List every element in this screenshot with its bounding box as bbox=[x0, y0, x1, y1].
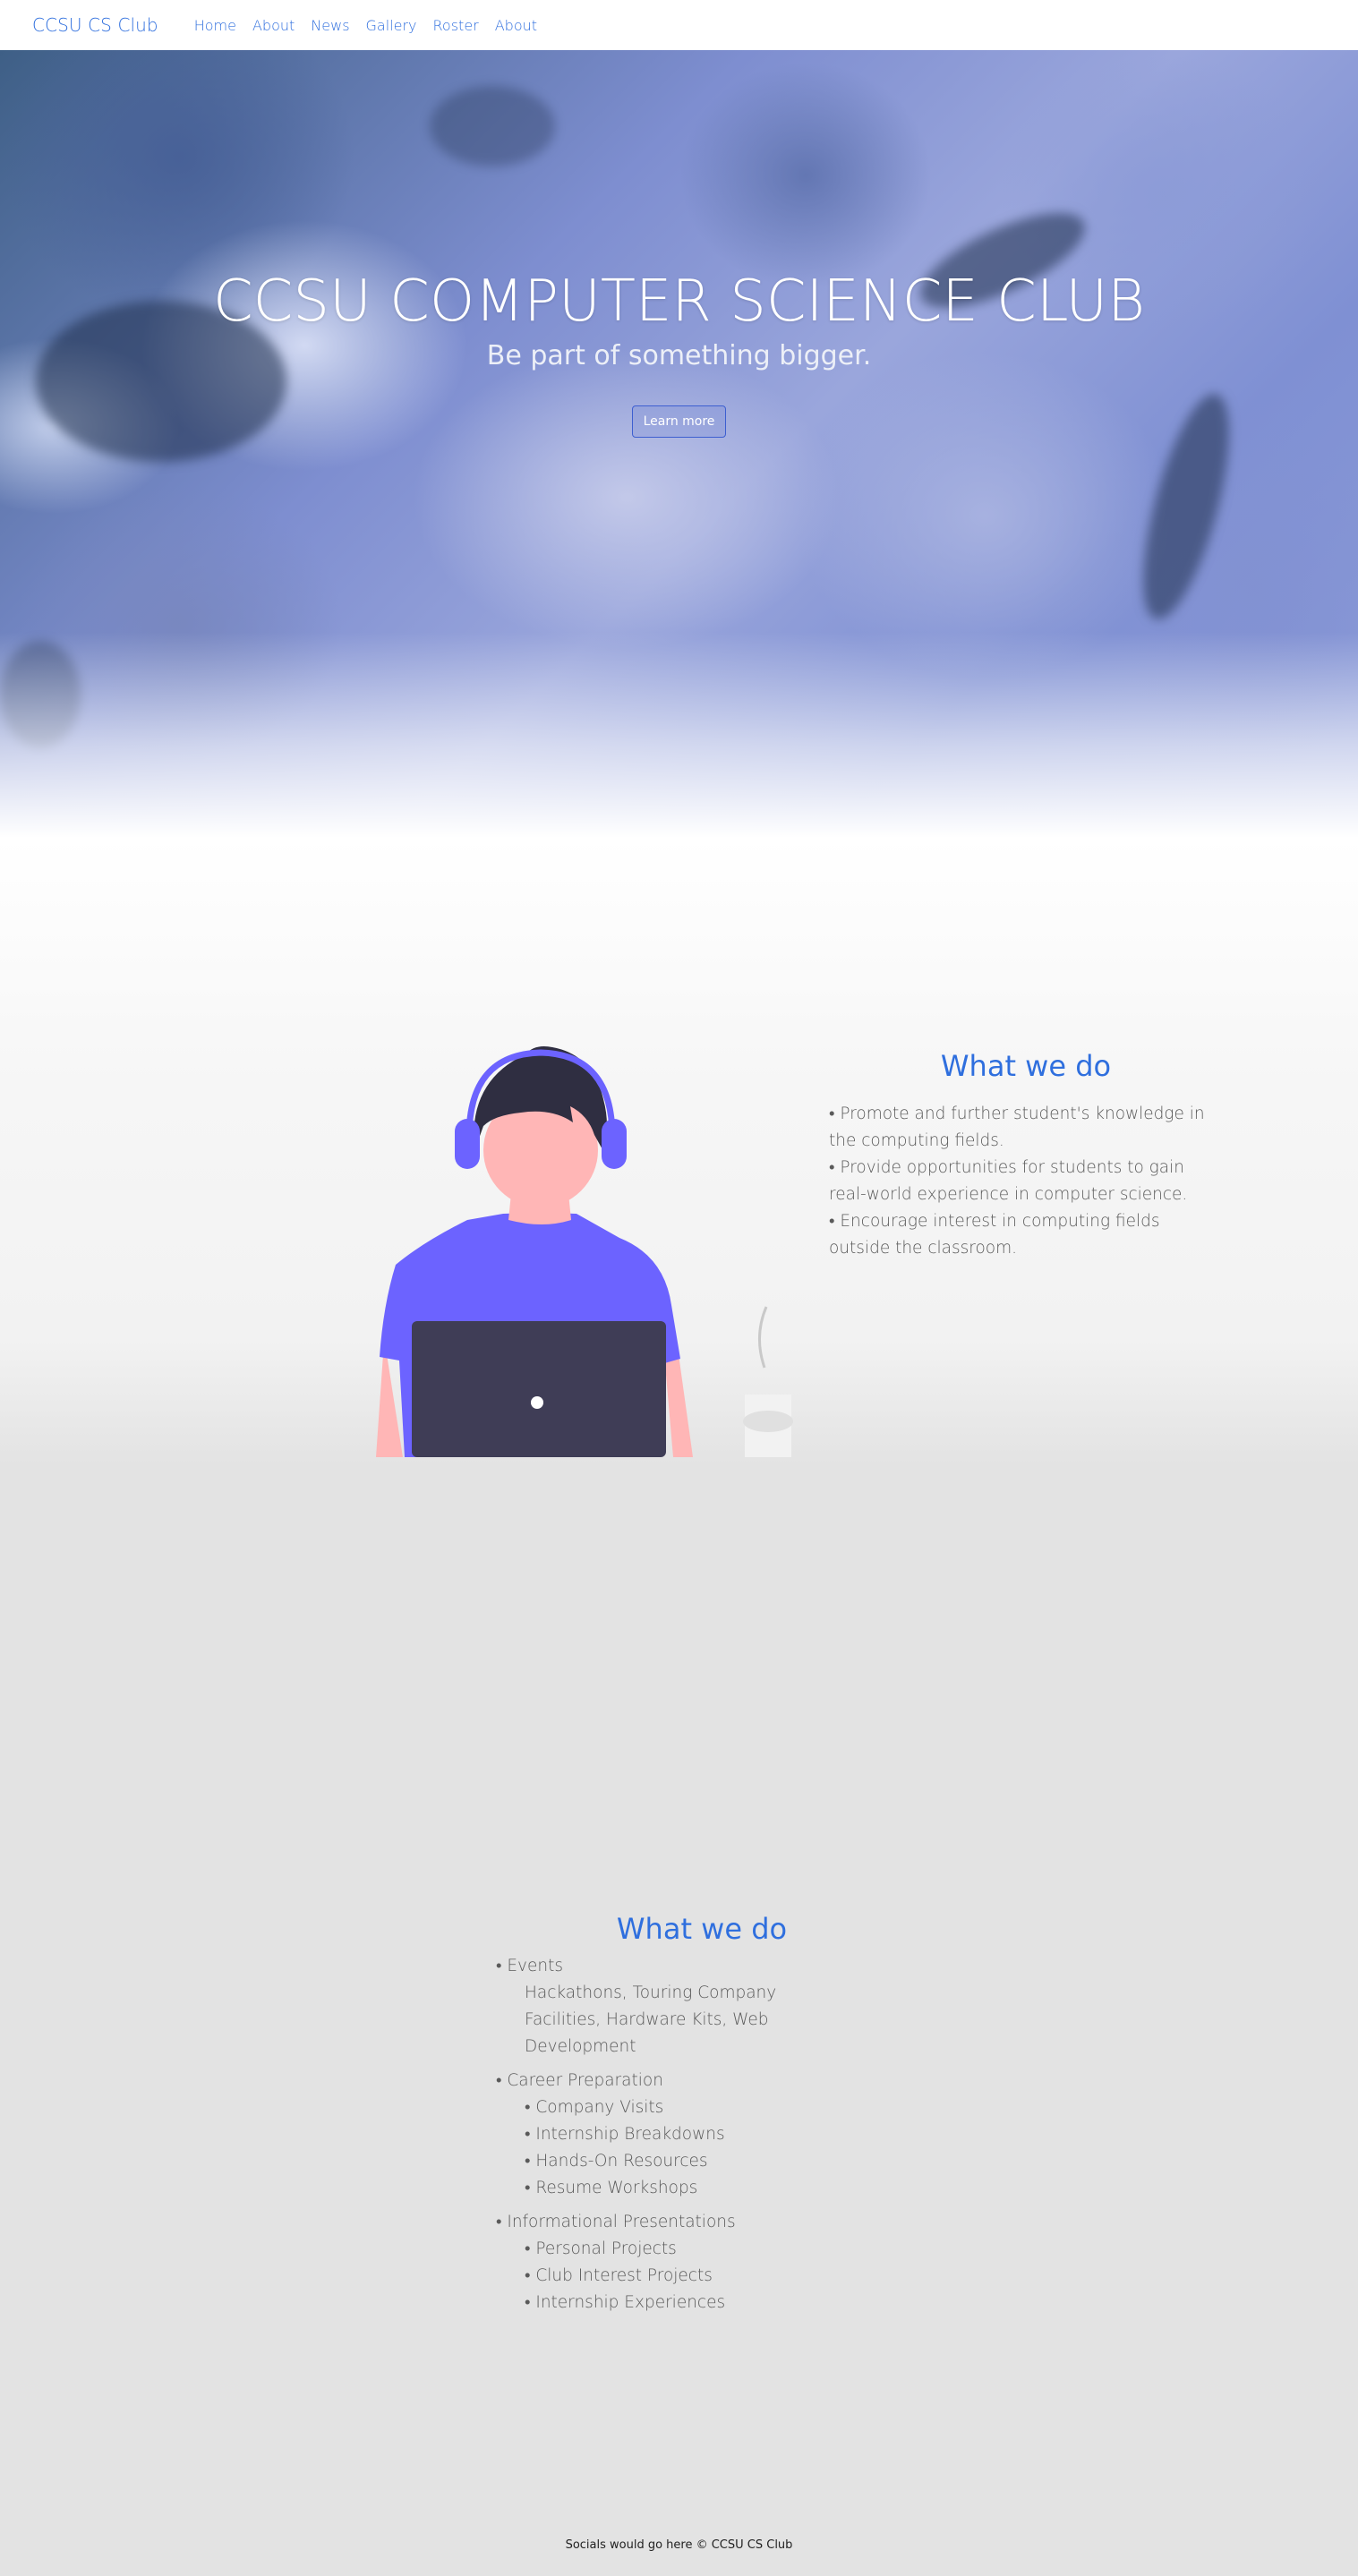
left-arm-illustration bbox=[376, 1354, 403, 1457]
events-title: • Events bbox=[496, 1957, 563, 1975]
laptop-illustration bbox=[412, 1321, 666, 1457]
hero-content: CCSU COMPUTER SCIENCE CLUB Be part of so… bbox=[0, 269, 1358, 439]
presentations-title: • Informational Presentations bbox=[496, 2213, 736, 2231]
nav-link-roster[interactable]: Roster bbox=[433, 17, 479, 34]
presentations-group: • Informational Presentations • Personal… bbox=[496, 2209, 872, 2316]
coffee-steam-illustration bbox=[757, 1306, 768, 1369]
navbar: CCSU CS Club Home About News Gallery Ros… bbox=[0, 0, 1358, 50]
career-item: • Company Visits bbox=[525, 2098, 664, 2117]
nav-link-home[interactable]: Home bbox=[194, 17, 236, 34]
offerings-block: What we do • Events Hackathons, Touring … bbox=[496, 1912, 872, 2316]
learn-more-button[interactable]: Learn more bbox=[631, 405, 727, 439]
nav-link-news[interactable]: News bbox=[311, 17, 349, 34]
hero-fade bbox=[0, 632, 1358, 838]
what-we-do-item: • Promote and further student's knowledg… bbox=[829, 1105, 1205, 1150]
career-item: • Hands-On Resources bbox=[525, 2152, 708, 2171]
what-we-do-item: • Provide opportunities for students to … bbox=[829, 1158, 1188, 1204]
presentations-item: • Internship Experiences bbox=[525, 2293, 726, 2312]
hero-banner: CCSU COMPUTER SCIENCE CLUB Be part of so… bbox=[0, 50, 1358, 838]
career-group: • Career Preparation • Company Visits • … bbox=[496, 2068, 872, 2202]
events-description: Hackathons, Touring Company Facilities, … bbox=[525, 1983, 777, 2056]
nav-link-gallery[interactable]: Gallery bbox=[366, 17, 417, 34]
what-we-do-block: What we do • Promote and further student… bbox=[829, 1049, 1223, 1262]
career-item: • Resume Workshops bbox=[525, 2179, 698, 2197]
presentations-item: • Club Interest Projects bbox=[525, 2266, 713, 2285]
hero-texture bbox=[430, 86, 555, 166]
brand-link[interactable]: CCSU CS Club bbox=[32, 14, 158, 36]
career-title: • Career Preparation bbox=[496, 2071, 663, 2090]
nav-links: Home About News Gallery Roster About bbox=[194, 17, 553, 34]
person-with-laptop-illustration bbox=[376, 1046, 793, 1457]
headphone-left-cup-illustration bbox=[455, 1119, 480, 1169]
events-group: • Events Hackathons, Touring Company Fac… bbox=[496, 1953, 872, 2060]
what-we-do-heading: What we do bbox=[940, 1049, 1112, 1083]
what-we-do-list: • Promote and further student's knowledg… bbox=[829, 1101, 1223, 1262]
hero-subtitle: Be part of something bigger. bbox=[486, 340, 872, 372]
what-we-do-item: • Encourage interest in computing fields… bbox=[829, 1212, 1160, 1258]
nav-link-about[interactable]: About bbox=[252, 17, 295, 34]
career-item: • Internship Breakdowns bbox=[525, 2125, 725, 2144]
nav-link-about-2[interactable]: About bbox=[495, 17, 537, 34]
right-arm-illustration bbox=[664, 1354, 693, 1457]
footer-text: Socials would go here © CCSU CS Club bbox=[565, 2538, 793, 2552]
coffee-lid-illustration bbox=[743, 1411, 793, 1432]
offerings-heading: What we do bbox=[616, 1912, 788, 1946]
presentations-item: • Personal Projects bbox=[525, 2239, 677, 2258]
laptop-logo-illustration bbox=[531, 1396, 543, 1409]
hero-title: CCSU COMPUTER SCIENCE CLUB bbox=[212, 269, 1146, 335]
headphone-right-cup-illustration bbox=[602, 1119, 627, 1169]
